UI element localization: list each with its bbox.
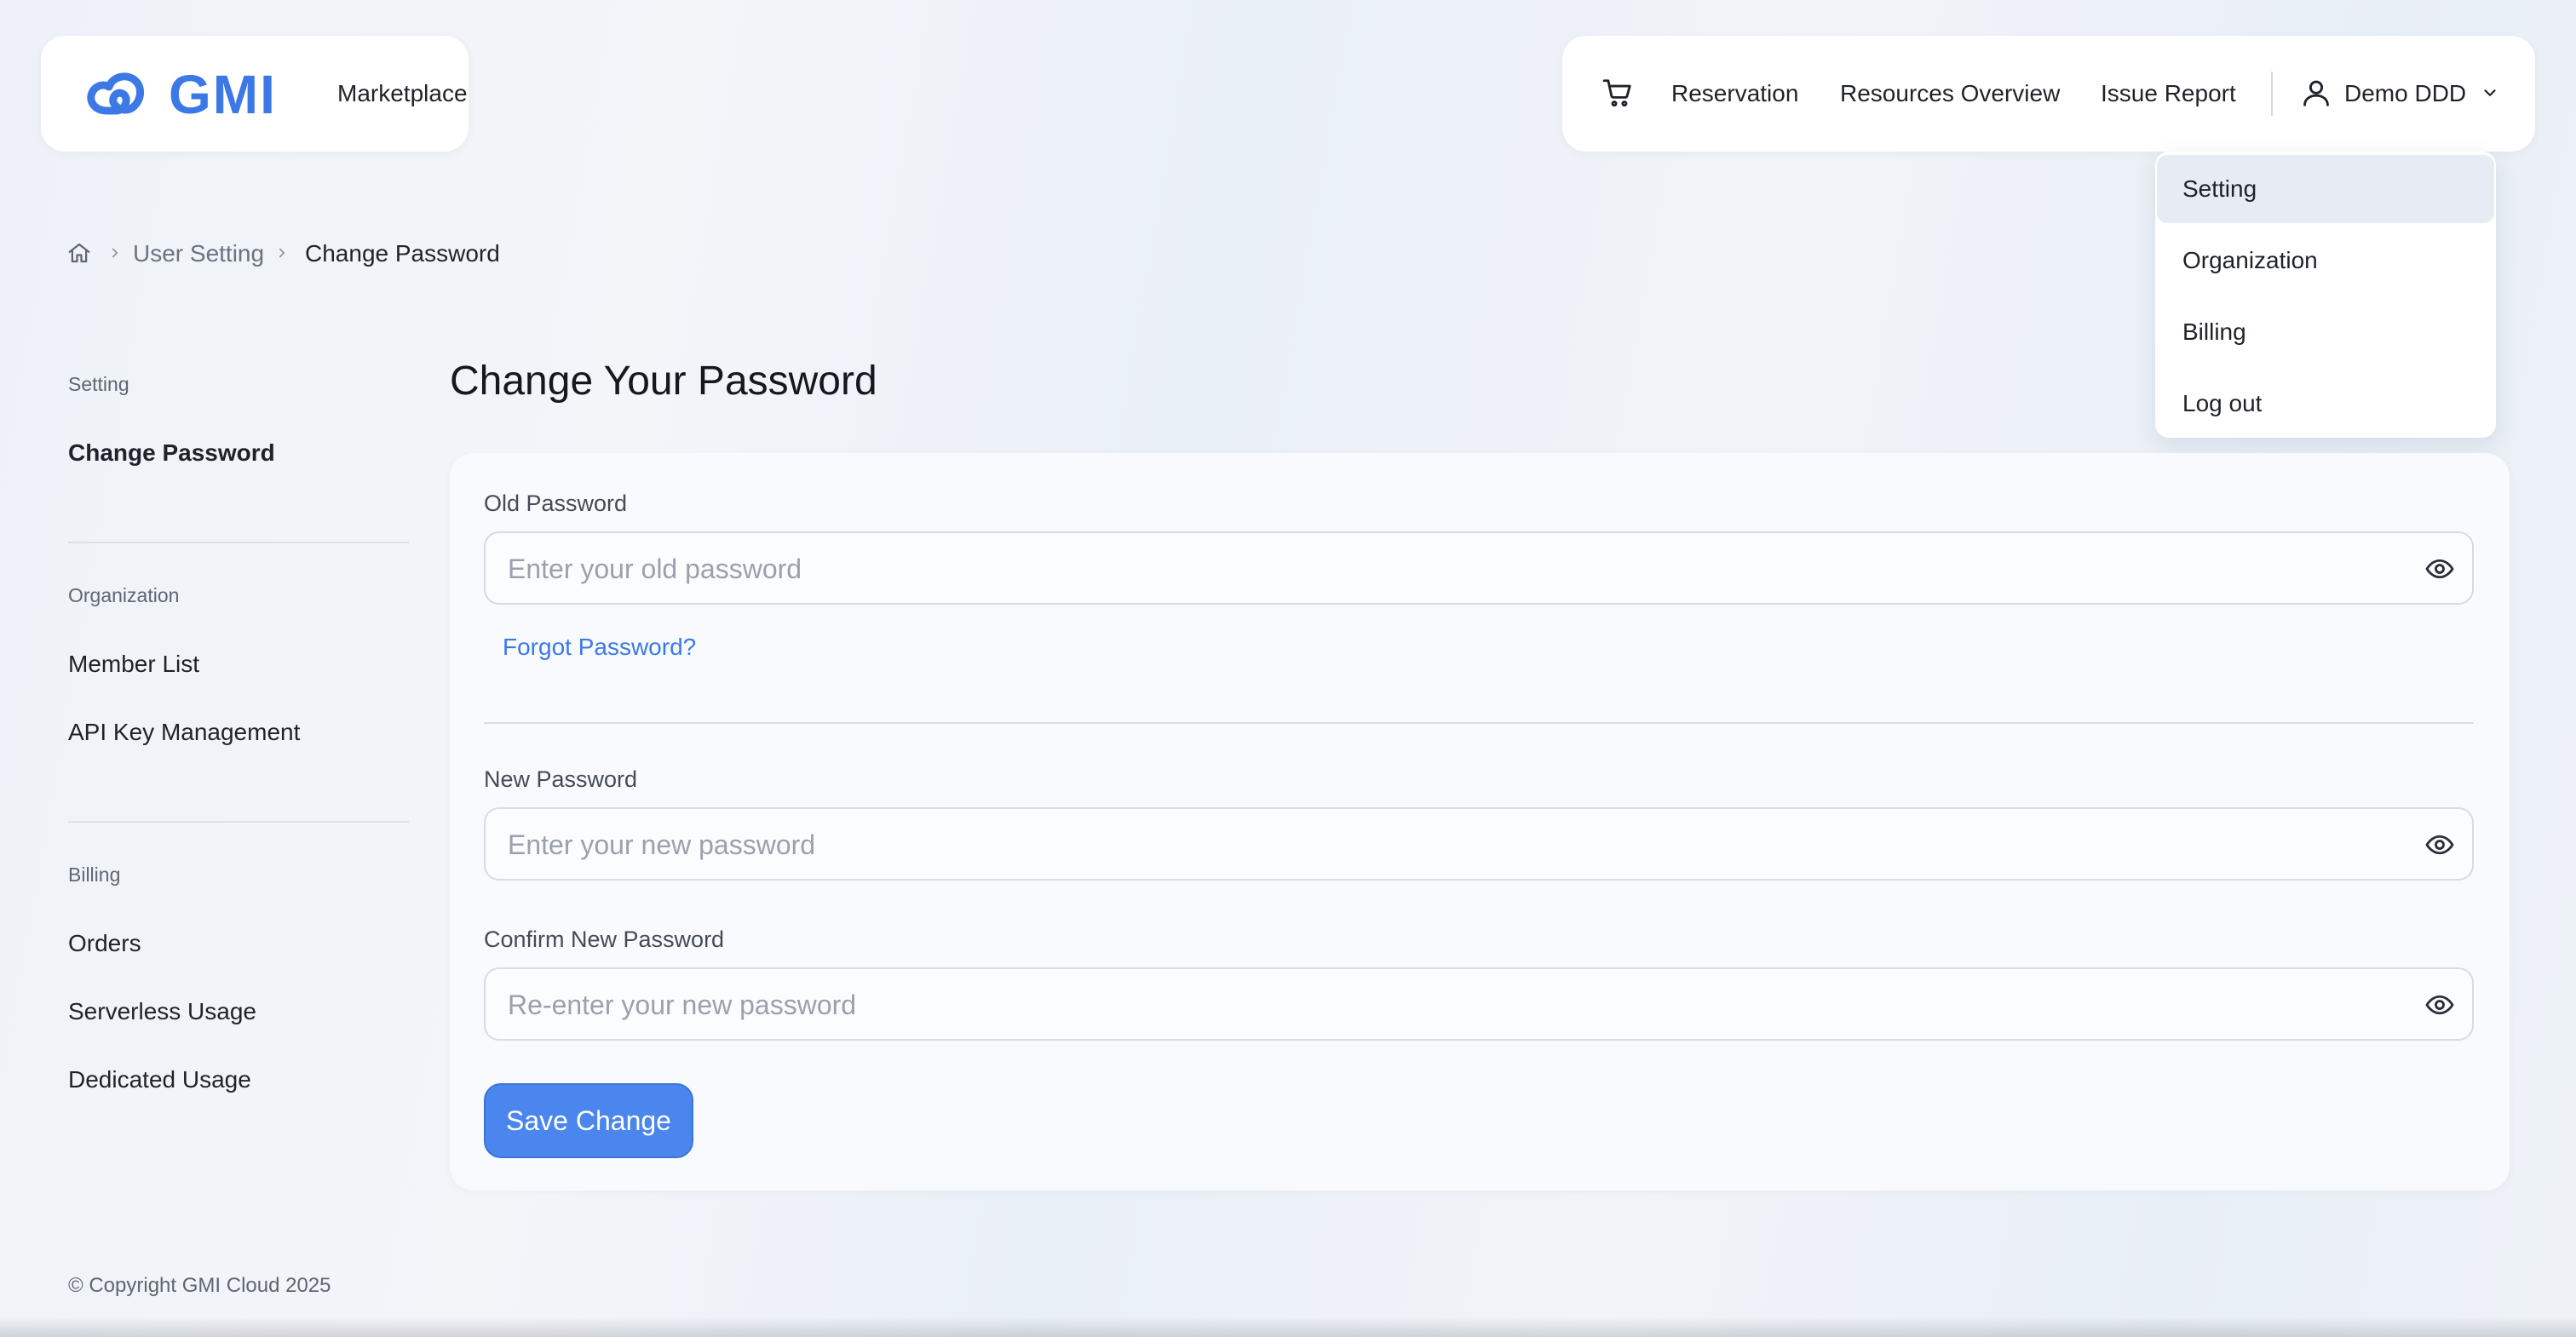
sidebar-item-dedicated-usage[interactable]: Dedicated Usage bbox=[68, 1066, 251, 1093]
eye-icon[interactable] bbox=[2424, 990, 2455, 1020]
sidebar-item-serverless-usage[interactable]: Serverless Usage bbox=[68, 998, 256, 1025]
breadcrumb-current: Change Password bbox=[305, 240, 500, 267]
chevron-right-icon bbox=[279, 248, 285, 258]
nav-divider bbox=[2271, 72, 2273, 116]
nav-issue-report[interactable]: Issue Report bbox=[2101, 80, 2236, 107]
dropdown-item-organization[interactable]: Organization bbox=[2157, 227, 2494, 295]
sidebar-divider bbox=[68, 821, 409, 823]
change-password-form: Old Password Forgot Password? New Passwo… bbox=[450, 453, 2510, 1191]
brand-card: GMI Marketplace bbox=[41, 36, 469, 152]
eye-icon[interactable] bbox=[2424, 829, 2455, 860]
gmi-logo[interactable]: GMI bbox=[82, 66, 300, 123]
sidebar-group-organization: Organization bbox=[68, 584, 180, 606]
breadcrumb-user-setting[interactable]: User Setting bbox=[133, 240, 264, 267]
eye-icon[interactable] bbox=[2424, 554, 2455, 584]
form-divider bbox=[484, 722, 2474, 724]
sidebar-group-setting: Setting bbox=[68, 373, 129, 395]
dropdown-item-logout[interactable]: Log out bbox=[2157, 370, 2494, 438]
new-password-label: New Password bbox=[484, 766, 638, 792]
dropdown-item-billing[interactable]: Billing bbox=[2157, 298, 2494, 366]
confirm-password-label: Confirm New Password bbox=[484, 927, 725, 952]
nav-resources-overview[interactable]: Resources Overview bbox=[1840, 80, 2060, 107]
user-menu-name[interactable]: Demo DDD bbox=[2344, 80, 2466, 107]
home-icon[interactable] bbox=[66, 240, 92, 266]
logo-text: GMI bbox=[169, 66, 277, 123]
old-password-field bbox=[484, 531, 2474, 605]
marketplace-link[interactable]: Marketplace bbox=[337, 80, 468, 107]
sidebar-group-billing: Billing bbox=[68, 864, 121, 886]
confirm-password-input[interactable] bbox=[506, 969, 2383, 1041]
nav-reservation[interactable]: Reservation bbox=[1671, 80, 1798, 107]
confirm-password-field bbox=[484, 967, 2474, 1041]
dropdown-item-setting[interactable]: Setting bbox=[2157, 155, 2494, 223]
sidebar-item-orders[interactable]: Orders bbox=[68, 930, 141, 957]
chevron-down-icon[interactable] bbox=[2481, 83, 2499, 102]
user-icon[interactable] bbox=[2300, 77, 2332, 109]
chevron-right-icon bbox=[112, 248, 118, 258]
sidebar-divider bbox=[68, 542, 409, 543]
old-password-input[interactable] bbox=[506, 533, 2383, 605]
forgot-password-link[interactable]: Forgot Password? bbox=[503, 634, 696, 661]
sidebar-item-api-key-management[interactable]: API Key Management bbox=[68, 719, 300, 746]
sidebar-item-member-list[interactable]: Member List bbox=[68, 651, 199, 678]
user-dropdown-menu: Setting Organization Billing Log out bbox=[2155, 152, 2496, 438]
old-password-label: Old Password bbox=[484, 491, 628, 516]
new-password-input[interactable] bbox=[506, 809, 2383, 881]
page-title: Change Your Password bbox=[450, 359, 877, 404]
top-nav: Reservation Resources Overview Issue Rep… bbox=[1562, 36, 2535, 152]
save-change-button[interactable]: Save Change bbox=[484, 1083, 693, 1158]
cart-icon[interactable] bbox=[1601, 77, 1634, 109]
window-bottom-shadow bbox=[0, 1317, 2576, 1337]
sidebar-item-change-password[interactable]: Change Password bbox=[68, 439, 275, 467]
new-password-field bbox=[484, 807, 2474, 881]
copyright-text: © Copyright GMI Cloud 2025 bbox=[68, 1274, 331, 1297]
